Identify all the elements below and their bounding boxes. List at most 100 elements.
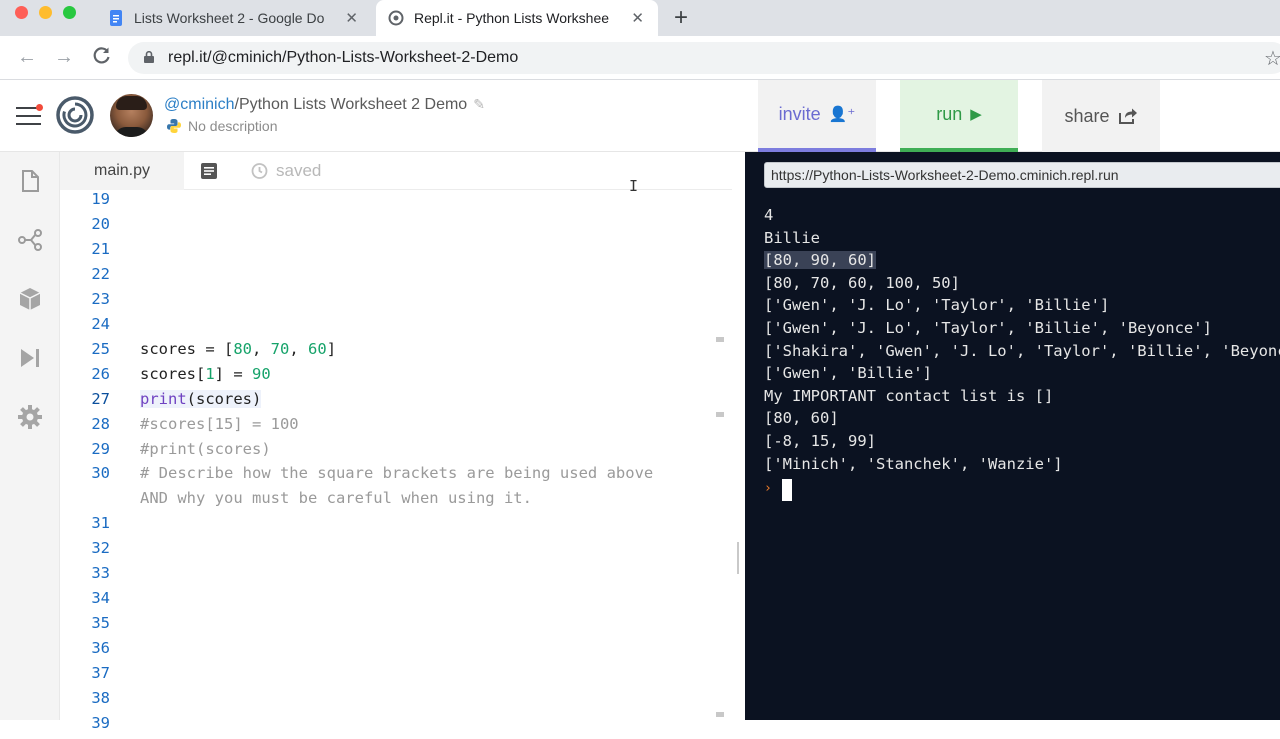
code-line[interactable]: 19 xyxy=(60,190,716,215)
debugger-icon[interactable] xyxy=(17,345,43,371)
line-number: 38 xyxy=(91,689,110,707)
code-line[interactable]: 34 xyxy=(60,589,716,614)
save-status-text: saved xyxy=(276,161,322,180)
line-number: 36 xyxy=(91,639,110,658)
code-line[interactable]: 26 scores[1] = 90 xyxy=(60,365,716,390)
share-icon xyxy=(1118,108,1137,124)
line-code: AND why you must be careful when using i… xyxy=(140,489,532,508)
invite-button[interactable]: invite 👤⁺ xyxy=(758,80,876,152)
code-line[interactable]: 36 xyxy=(60,639,716,664)
code-line[interactable]: 35 xyxy=(60,614,716,639)
code-line[interactable]: 32 xyxy=(60,539,716,564)
mouse-cursor-icon: I xyxy=(629,177,639,195)
scrollbar-marker xyxy=(716,337,724,342)
repl-name[interactable]: Python Lists Worksheet 2 Demo xyxy=(239,96,467,113)
line-number: 20 xyxy=(91,214,110,233)
repl-description[interactable]: No description xyxy=(166,118,278,134)
console-output-line: ['Shakira', 'Gwen', 'J. Lo', 'Taylor', '… xyxy=(764,341,1280,360)
console-prompt-icon: › xyxy=(764,481,772,496)
code-line[interactable]: 37 xyxy=(60,664,716,689)
notification-dot xyxy=(36,104,43,111)
code-line[interactable]: 33 xyxy=(60,564,716,589)
address-bar[interactable]: repl.it/@cminich/Python-Lists-Worksheet-… xyxy=(128,42,1280,74)
console-url-field[interactable]: https://Python-Lists-Worksheet-2-Demo.cm… xyxy=(764,162,1280,188)
replit-logo-icon[interactable] xyxy=(56,96,94,134)
run-button[interactable]: run ▶ xyxy=(900,80,1018,152)
code-line[interactable]: 28 #scores[15] = 100 xyxy=(60,415,716,440)
code-line[interactable]: 30 # Describe how the square brackets are… xyxy=(60,464,716,489)
line-number: 32 xyxy=(91,539,110,558)
code-line[interactable]: 24 xyxy=(60,315,716,340)
console-output-line: ['Gwen', 'J. Lo', 'Taylor', 'Billie', 'B… xyxy=(764,318,1212,337)
minimize-window-button[interactable] xyxy=(39,6,52,19)
code-line[interactable]: 29 #print(scores) xyxy=(60,440,716,465)
packages-icon[interactable] xyxy=(17,286,43,312)
browser-tab-google-docs[interactable]: Lists Worksheet 2 - Google Do ✕ xyxy=(96,0,372,36)
close-tab-icon[interactable]: ✕ xyxy=(631,9,644,27)
console-output-line: [80, 90, 60] xyxy=(764,251,1280,274)
line-code: print(scores) xyxy=(140,389,262,408)
files-icon[interactable] xyxy=(17,168,43,194)
avatar[interactable] xyxy=(110,94,153,137)
pane-resize-handle[interactable] xyxy=(732,152,745,720)
code-line[interactable]: 20 xyxy=(60,215,716,240)
line-number: 27 xyxy=(91,389,110,408)
tab-main-py[interactable]: main.py xyxy=(60,152,184,190)
line-code: #scores[15] = 100 xyxy=(140,414,299,433)
username-link[interactable]: @cminich xyxy=(164,96,234,113)
add-user-icon: 👤⁺ xyxy=(828,106,856,123)
version-control-icon[interactable] xyxy=(17,227,43,253)
file-outline-icon[interactable] xyxy=(200,162,218,180)
code-line[interactable]: 31 xyxy=(60,514,716,539)
close-window-button[interactable] xyxy=(15,6,28,19)
close-tab-icon[interactable]: ✕ xyxy=(345,9,358,27)
browser-tab-strip: Lists Worksheet 2 - Google Do ✕ Repl.it … xyxy=(0,0,1280,36)
code-line[interactable]: 23 xyxy=(60,290,716,315)
run-label: run xyxy=(936,103,963,124)
settings-icon[interactable] xyxy=(17,404,43,430)
line-number: 26 xyxy=(91,364,110,383)
code-line[interactable]: 27 print(scores) xyxy=(60,389,716,415)
code-line[interactable]: 25 scores = [80, 70, 60] xyxy=(60,340,716,365)
line-number: 31 xyxy=(91,514,110,533)
line-number: 29 xyxy=(91,439,110,458)
code-line[interactable]: 39 xyxy=(60,714,716,739)
code-line[interactable]: 21 xyxy=(60,240,716,265)
replit-favicon-icon xyxy=(388,10,404,26)
console-output-line: [80, 70, 60, 100, 50] xyxy=(764,273,960,292)
repl-title: @cminich/Python Lists Worksheet 2 Demo ✎ xyxy=(164,96,485,114)
console-output-line: My IMPORTANT contact list is [] xyxy=(764,386,1054,405)
share-button[interactable]: share xyxy=(1042,80,1160,152)
line-number: 22 xyxy=(91,264,110,283)
share-label: share xyxy=(1064,105,1110,126)
line-code: scores[1] = 90 xyxy=(140,364,271,383)
back-arrow-icon[interactable]: ← xyxy=(17,46,37,69)
code-area[interactable]: 19 20 21 22 23 24 25 scores = [80, 70, 60] 26 sco… xyxy=(60,190,716,732)
repl-header: @cminich/Python Lists Worksheet 2 Demo ✎ … xyxy=(0,80,1280,152)
line-code: #print(scores) xyxy=(140,439,271,458)
history-icon xyxy=(251,163,268,179)
line-number: 24 xyxy=(91,314,110,333)
resize-grip xyxy=(737,542,739,574)
line-number: 21 xyxy=(91,239,110,258)
console-output-line: [80, 60] xyxy=(764,409,839,428)
reload-icon[interactable] xyxy=(92,45,112,65)
forward-arrow-icon[interactable]: → xyxy=(54,46,74,69)
line-number: 35 xyxy=(91,614,110,633)
save-status: saved xyxy=(250,161,321,181)
lock-icon xyxy=(144,51,154,63)
code-line[interactable]: 38 xyxy=(60,689,716,714)
bookmark-star-icon[interactable]: ☆ xyxy=(1264,46,1280,71)
code-line[interactable]: 22 xyxy=(60,265,716,290)
new-tab-button[interactable]: + xyxy=(674,4,688,32)
code-line[interactable]: AND why you must be careful when using i… xyxy=(60,489,716,514)
selected-text: [80, 90, 60] xyxy=(764,251,876,270)
invite-label: invite xyxy=(778,103,821,124)
console-pane[interactable]: https://Python-Lists-Worksheet-2-Demo.cm… xyxy=(745,152,1280,720)
file-tab-label: main.py xyxy=(93,162,151,179)
code-editor-pane: main.py saved 19 20 21 22 23 24 25 scores = [80… xyxy=(60,152,732,732)
browser-tab-replit[interactable]: Repl.it - Python Lists Workshee ✕ xyxy=(376,0,658,36)
edit-pencil-icon[interactable]: ✎ xyxy=(473,96,485,113)
maximize-window-button[interactable] xyxy=(63,6,76,19)
description-text: No description xyxy=(188,118,278,134)
